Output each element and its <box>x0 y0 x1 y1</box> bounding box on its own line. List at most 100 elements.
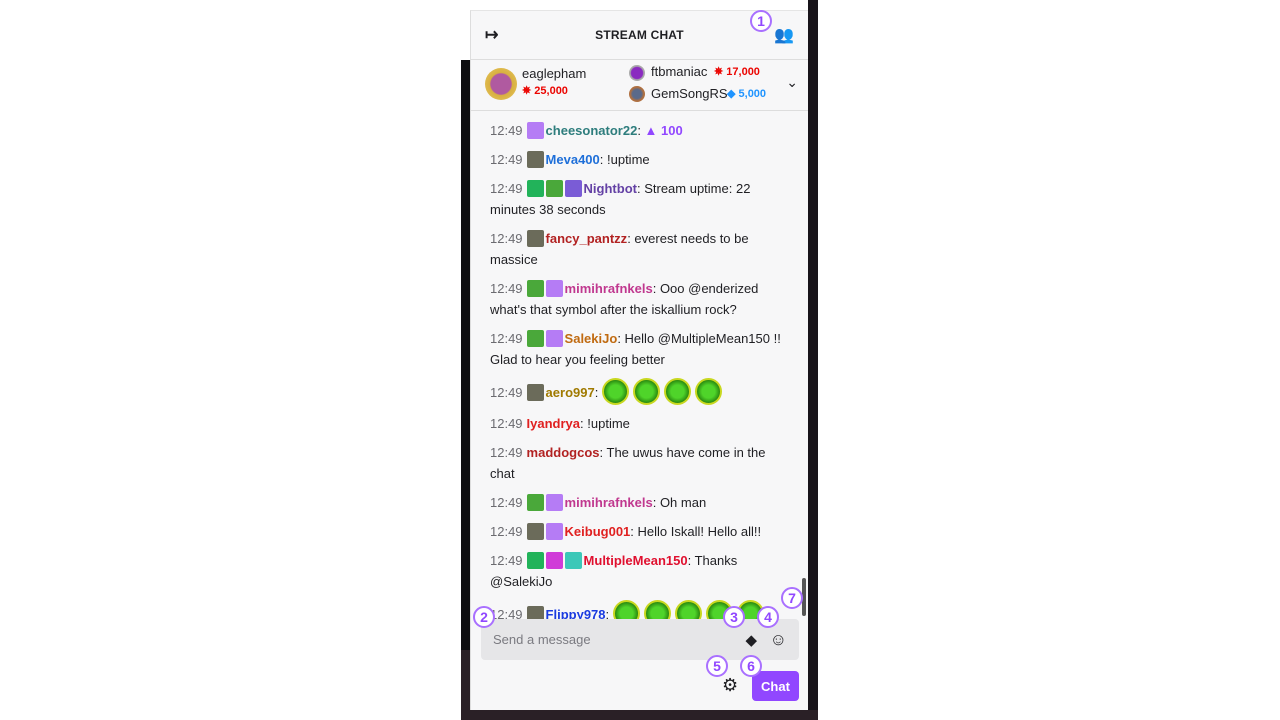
chat-message: 12:49 SalekiJo: Hello @MultipleMean150 !!… <box>490 324 790 374</box>
user-badge-icon[interactable] <box>564 180 582 197</box>
message-colon: : <box>687 553 695 568</box>
annotation-4: 4 <box>757 606 779 628</box>
message-placeholder: Send a message <box>493 632 591 647</box>
points-value: 17,000 <box>726 66 760 78</box>
user-badge-icon[interactable] <box>564 552 582 569</box>
chat-message: 12:49 maddogcos: The uwus have come in th… <box>490 438 790 488</box>
user-badge-icon[interactable] <box>526 122 544 139</box>
settings-gear-icon[interactable]: ⚙ <box>722 675 738 696</box>
user-badge-icon[interactable] <box>545 330 563 347</box>
emote-icon <box>632 378 660 405</box>
message-colon: : <box>652 281 660 296</box>
cheer-amount: 100 <box>661 123 683 138</box>
message-username[interactable]: Iyandrya <box>527 416 580 431</box>
message-text: Hello Iskall! Hello all!! <box>637 524 762 539</box>
user-badge-icon[interactable] <box>545 280 563 297</box>
message-timestamp: 12:49 <box>490 152 523 167</box>
chat-message: 12:49 fancy_pantzz: everest needs to be m… <box>490 224 790 274</box>
message-username[interactable]: Nightbot <box>584 181 637 196</box>
message-timestamp: 12:49 <box>490 331 523 346</box>
message-input[interactable]: Send a message ◆ ☺ <box>481 619 799 660</box>
chat-messages: 12:49 cheesonator22: ▲ 100 12:49 Meva400: !… <box>471 112 808 654</box>
message-text: Oh man <box>659 495 707 510</box>
emote-icon <box>601 378 629 405</box>
message-timestamp: 12:49 <box>490 181 523 196</box>
page-edge <box>461 710 818 720</box>
user-badge-icon[interactable] <box>545 552 563 569</box>
message-colon: : <box>594 385 602 400</box>
user-avatar <box>629 65 645 81</box>
leaderboard: eaglepham ✵ 25,000 ftbmaniac ✵ 17,000 Ge… <box>471 60 808 111</box>
message-timestamp: 12:49 <box>490 416 523 431</box>
message-colon: : <box>652 495 660 510</box>
top-user-avatar <box>485 68 517 100</box>
message-username[interactable]: maddogcos <box>527 445 600 460</box>
chat-message: 12:49 mimihrafnkels: Ooo @enderized what'… <box>490 274 790 324</box>
user-badge-icon[interactable] <box>526 330 544 347</box>
message-username[interactable]: mimihrafnkels <box>565 281 653 296</box>
message-timestamp: 12:49 <box>490 524 523 539</box>
message-username[interactable]: aero997 <box>546 385 595 400</box>
user-badge-icon[interactable] <box>526 552 544 569</box>
annotation-5: 5 <box>706 655 728 677</box>
user-badge-icon[interactable] <box>526 384 544 401</box>
user-badge-icon[interactable] <box>526 280 544 297</box>
message-username[interactable]: MultipleMean150 <box>584 553 688 568</box>
user-badge-icon[interactable] <box>545 494 563 511</box>
message-timestamp: 12:49 <box>490 123 523 138</box>
third-user-name: GemSongRS <box>651 86 728 101</box>
chat-message: 12:49 Nightbot: Stream uptime: 22 minutes… <box>490 174 790 224</box>
message-username[interactable]: Meva400 <box>546 152 600 167</box>
message-colon: : <box>617 331 625 346</box>
message-timestamp: 12:49 <box>490 445 523 460</box>
message-colon: : <box>637 123 645 138</box>
chat-send-button[interactable]: Chat <box>752 671 799 701</box>
chat-title: STREAM CHAT <box>595 28 684 42</box>
points-value: 25,000 <box>534 85 568 97</box>
annotation-3: 3 <box>723 606 745 628</box>
message-username[interactable]: SalekiJo <box>565 331 618 346</box>
message-username[interactable]: cheesonator22 <box>546 123 638 138</box>
user-avatar <box>629 86 645 102</box>
user-badge-icon[interactable] <box>526 151 544 168</box>
user-badge-icon[interactable] <box>526 230 544 247</box>
user-badge-icon[interactable] <box>526 523 544 540</box>
chat-message: 12:49 mimihrafnkels: Oh man <box>490 488 790 517</box>
message-timestamp: 12:49 <box>490 553 523 568</box>
message-username[interactable]: mimihrafnkels <box>565 495 653 510</box>
message-colon: : <box>599 445 607 460</box>
emote-picker-icon[interactable]: ☺ <box>770 630 787 650</box>
collapse-chat-icon[interactable]: ↦ <box>485 25 498 45</box>
emote-icon <box>694 378 722 405</box>
stream-chat-panel: ↦ STREAM CHAT 👥 eaglepham ✵ 25,000 ftbma… <box>470 10 808 710</box>
bits-icon[interactable]: ◆ <box>745 631 757 649</box>
chat-message: 12:49 cheesonator22: ▲ 100 <box>490 116 790 145</box>
message-text: !uptime <box>587 416 630 431</box>
message-text: !uptime <box>607 152 650 167</box>
points-value: 5,000 <box>738 88 767 100</box>
annotation-1: 1 <box>750 10 772 32</box>
chat-message: 12:49 Keibug001: Hello Iskall! Hello all!… <box>490 517 790 546</box>
message-timestamp: 12:49 <box>490 385 523 400</box>
chat-message: 12:49 MultipleMean150: Thanks @SalekiJo <box>490 546 790 596</box>
message-colon: : <box>599 152 607 167</box>
community-icon[interactable]: 👥 <box>774 25 794 45</box>
top-user-name: eaglepham <box>522 66 587 81</box>
cheer-icon: ▲ <box>644 123 662 138</box>
third-user-points: ◆ 5,000 <box>727 88 767 100</box>
chat-message: 12:49 Iyandrya: !uptime <box>490 409 790 438</box>
user-badge-icon[interactable] <box>526 180 544 197</box>
chevron-down-icon[interactable]: ⌄ <box>786 74 798 91</box>
stream-edge <box>461 60 470 650</box>
user-badge-icon[interactable] <box>545 523 563 540</box>
message-timestamp: 12:49 <box>490 495 523 510</box>
message-colon: : <box>630 524 638 539</box>
message-username[interactable]: Keibug001 <box>565 524 631 539</box>
message-timestamp: 12:49 <box>490 231 523 246</box>
user-badge-icon[interactable] <box>526 494 544 511</box>
page-edge <box>808 0 818 720</box>
message-username[interactable]: fancy_pantzz <box>546 231 628 246</box>
chat-message: 12:49 aero997: <box>490 374 790 409</box>
annotation-7: 7 <box>781 587 803 609</box>
user-badge-icon[interactable] <box>545 180 563 197</box>
